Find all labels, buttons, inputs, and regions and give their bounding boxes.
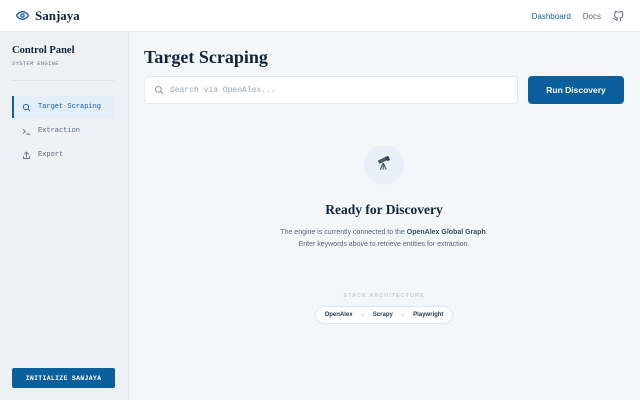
empty-state-title: Ready for Discovery [325,202,443,217]
sidebar-item-label: Export [38,151,64,159]
upload-icon [22,151,31,160]
empty-state-text: The engine is currently connected to the… [280,229,488,248]
telescope-icon [375,154,393,177]
eye-icon [16,9,29,22]
search-icon [154,85,164,95]
openalex-graph-name: OpenAlex Global Graph [406,229,486,236]
nav-dashboard-link[interactable]: Dashboard [532,12,571,21]
stack-architecture-pill: OpenAlex Scrapy Playwright [315,306,453,324]
separator-dot [401,314,404,316]
sidebar-item-extraction[interactable]: Extraction [12,120,114,142]
github-icon[interactable] [613,10,624,22]
top-nav: Dashboard Docs [520,0,624,32]
search-icon [22,103,31,112]
telescope-illustration [364,145,404,185]
initialize-button[interactable]: INITIALIZE SANJAYA [12,368,115,388]
panel-title: Control Panel [12,45,75,56]
sidebar-item-target-scraping[interactable]: Target Scraping [12,96,114,118]
sidebar-item-label: Target Scraping [38,103,102,111]
search-box[interactable] [144,76,518,104]
run-discovery-button[interactable]: Run Discovery [528,76,624,104]
stack-item-scrapy: Scrapy [372,312,393,318]
panel-subtitle: SYSTEM ENGINE [12,60,59,67]
separator-dot [361,314,364,316]
search-input[interactable] [170,85,510,95]
app-name: Sanjaya [35,7,80,23]
top-bar: Sanjaya Dashboard Docs [0,0,640,32]
stack-architecture-label: STACK ARCHITECTURE [343,293,425,299]
stack-item-openalex: OpenAlex [324,312,353,318]
page-title: Target Scraping [144,47,268,67]
sidebar-divider [12,80,114,81]
stack-item-playwright: Playwright [413,312,444,318]
sidebar-item-export[interactable]: Export [12,144,114,166]
brand-logo[interactable]: Sanjaya [16,8,80,24]
terminal-icon [22,127,31,136]
sidebar: Control Panel SYSTEM ENGINE Target Scrap… [0,32,129,400]
sidebar-item-label: Extraction [38,127,81,135]
nav-docs-link[interactable]: Docs [583,12,601,21]
